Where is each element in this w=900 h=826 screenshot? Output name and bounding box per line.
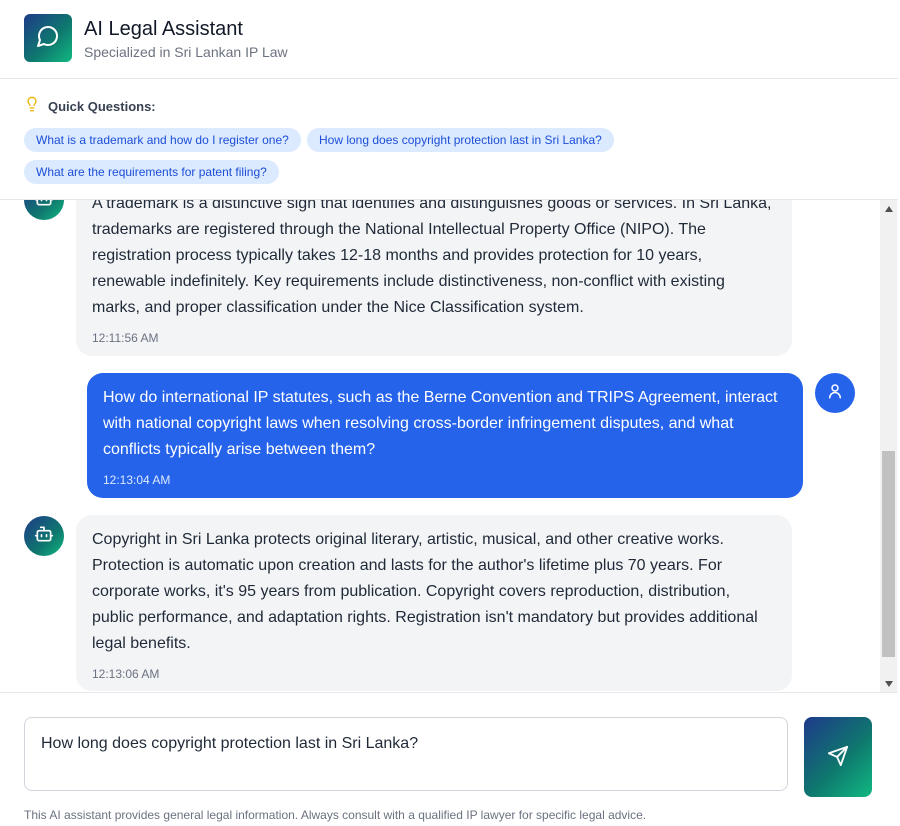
chat-bubble-icon [36,24,60,53]
bot-message: Copyright in Sri Lanka protects original… [76,515,792,691]
bot-avatar [24,516,64,556]
message-input[interactable]: How long does copyright protection last … [24,717,788,791]
message-text: How do international IP statutes, such a… [103,389,778,458]
user-icon [826,382,844,405]
app-subtitle: Specialized in Sri Lankan IP Law [84,44,288,60]
quick-questions-panel: Quick Questions: What is a trademark and… [0,80,898,200]
app-header: AI Legal Assistant Specialized in Sri La… [0,0,898,79]
bot-message: A trademark is a distinctive sign that i… [76,200,792,356]
bot-icon [34,200,54,213]
user-avatar [815,373,855,413]
quick-question-chip[interactable]: What are the requirements for patent fil… [24,160,279,184]
message-timestamp: 12:13:06 AM [92,667,160,681]
disclaimer-text: This AI assistant provides general legal… [24,808,647,822]
message-timestamp: 12:13:04 AM [103,473,171,487]
message-text: A trademark is a distinctive sign that i… [92,200,772,316]
quick-question-chip[interactable]: What is a trademark and how do I registe… [24,128,301,152]
message-text: Copyright in Sri Lanka protects original… [92,531,758,652]
user-message: How do international IP statutes, such a… [87,373,803,498]
bot-icon [34,524,54,549]
quick-questions-title: Quick Questions: [48,99,156,114]
send-icon [827,745,849,770]
message-list: A trademark is a distinctive sign that i… [0,200,880,692]
lightbulb-icon [24,96,40,117]
bot-avatar [24,200,64,220]
send-button[interactable] [804,717,872,797]
scroll-up-arrow-icon[interactable] [880,200,897,217]
quick-questions-header: Quick Questions: [24,96,156,117]
scroll-down-arrow-icon[interactable] [880,675,897,692]
scrollbar-thumb[interactable] [882,451,895,657]
app-title: AI Legal Assistant [84,18,243,40]
quick-question-chip[interactable]: How long does copyright protection last … [307,128,614,152]
app-logo [24,14,72,62]
message-scrollbar[interactable] [880,200,897,692]
composer: How long does copyright protection last … [0,692,898,826]
message-timestamp: 12:11:56 AM [92,331,159,345]
